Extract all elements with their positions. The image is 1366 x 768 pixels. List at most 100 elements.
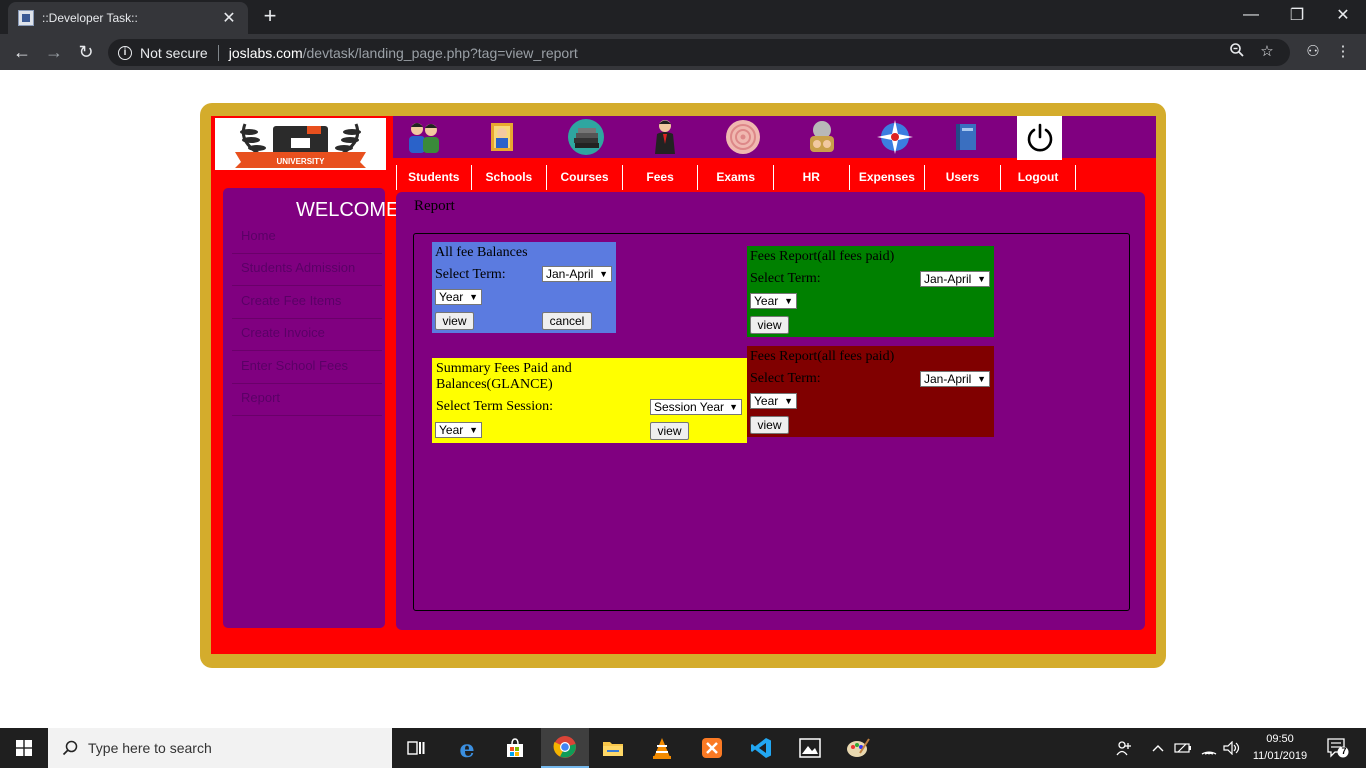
security-label[interactable]: Not secure	[140, 45, 208, 61]
year-select[interactable]: Year ▼	[435, 422, 482, 438]
cancel-button[interactable]: cancel	[542, 312, 592, 330]
year-select[interactable]: Year ▼	[750, 293, 797, 309]
clock-time: 09:50	[1266, 733, 1294, 745]
new-tab-button[interactable]: +	[258, 4, 282, 28]
view-button[interactable]: view	[750, 416, 789, 434]
menu-logout[interactable]: Logout	[1001, 165, 1077, 190]
exams-icon[interactable]	[723, 118, 763, 156]
wifi-icon[interactable]	[1198, 728, 1220, 768]
university-logo: UNIVERSITY	[215, 118, 386, 170]
url-path[interactable]: /devtask/landing_page.php?tag=view_repor…	[303, 45, 578, 61]
summary-panel: Summary Fees Paid and Balances(GLANCE) S…	[432, 358, 747, 443]
power-icon[interactable]	[1017, 116, 1062, 160]
view-button[interactable]: view	[435, 312, 474, 330]
term-select[interactable]: Jan-April ▼	[920, 271, 990, 287]
back-arrow-icon[interactable]: ←	[10, 40, 34, 64]
notifications-icon[interactable]: 7	[1318, 728, 1358, 768]
courses-icon[interactable]	[566, 118, 606, 156]
volume-icon[interactable]	[1220, 728, 1244, 768]
schools-icon[interactable]	[482, 118, 522, 156]
site-favicon-icon	[18, 10, 34, 26]
sidebar-item-students-admission[interactable]: Students Admission	[232, 254, 382, 286]
tab-close-icon[interactable]: ✕	[220, 8, 238, 28]
paint-icon[interactable]	[834, 728, 882, 768]
browser-tab[interactable]: ::Developer Task:: ✕	[8, 2, 248, 34]
term-select[interactable]: Jan-April ▼	[920, 371, 990, 387]
search-icon	[62, 740, 78, 756]
chevron-down-icon: ▼	[469, 292, 478, 302]
session-year-select[interactable]: Session Year ▼	[650, 399, 742, 415]
close-window-button[interactable]: ✕	[1320, 0, 1366, 30]
students-icon[interactable]	[404, 118, 444, 156]
all-fee-balances-panel: All fee Balances Select Term: Jan-April ▼…	[432, 242, 616, 333]
menu-exams[interactable]: Exams	[698, 165, 774, 190]
restore-button[interactable]: ❐	[1274, 0, 1320, 30]
url-host[interactable]: joslabs.com	[229, 45, 303, 61]
xampp-icon[interactable]	[688, 728, 736, 768]
menu-kebab-icon[interactable]: ⋮	[1328, 42, 1358, 60]
tab-title: ::Developer Task::	[42, 11, 138, 25]
battery-icon[interactable]	[1172, 728, 1194, 768]
panel-title: Fees Report(all fees paid)	[750, 249, 895, 264]
term-label: Select Term:	[435, 267, 506, 282]
minimize-button[interactable]: —	[1228, 0, 1274, 30]
year-select[interactable]: Year ▼	[435, 289, 482, 305]
view-button[interactable]: view	[650, 422, 689, 440]
menu-users[interactable]: Users	[925, 165, 1001, 190]
task-view-icon[interactable]	[392, 728, 440, 768]
menu-hr[interactable]: HR	[774, 165, 850, 190]
session-label: Select Term Session:	[436, 399, 553, 414]
taskbar-search-input[interactable]: Type here to search	[48, 728, 392, 768]
menu-fees[interactable]: Fees	[623, 165, 699, 190]
sidebar-item-enter-school-fees[interactable]: Enter School Fees	[232, 352, 382, 384]
address-bar[interactable]: i Not secure joslabs.com /devtask/landin…	[108, 39, 1290, 66]
year-select[interactable]: Year ▼	[750, 393, 797, 409]
menu-schools[interactable]: Schools	[472, 165, 548, 190]
vscode-icon[interactable]	[737, 728, 785, 768]
chevron-down-icon: ▼	[977, 274, 986, 284]
people-icon[interactable]	[1110, 728, 1138, 768]
fees-icon[interactable]	[645, 118, 685, 156]
sidebar-item-create-invoice[interactable]: Create Invoice	[232, 319, 382, 351]
panel-title-line2: Balances(GLANCE)	[436, 377, 553, 392]
main-menu: Students Schools Courses Fees Exams HR E…	[396, 165, 1077, 190]
view-button[interactable]: view	[750, 316, 789, 334]
chevron-down-icon: ▼	[729, 402, 738, 412]
sidebar-item-report[interactable]: Report	[232, 384, 382, 416]
menu-students[interactable]: Students	[396, 165, 472, 190]
chevron-down-icon: ▼	[977, 374, 986, 384]
info-icon[interactable]: i	[118, 45, 132, 60]
menu-courses[interactable]: Courses	[547, 165, 623, 190]
menu-expenses[interactable]: Expenses	[850, 165, 926, 190]
sidebar-item-home[interactable]: Home	[232, 222, 382, 254]
browser-tab-strip: ::Developer Task:: ✕ + — ❐ ✕	[0, 0, 1366, 34]
sidebar-item-create-fee-items[interactable]: Create Fee Items	[232, 287, 382, 319]
extension-icon[interactable]: ⚇	[1298, 42, 1328, 60]
fees-report-panel-maroon: Fees Report(all fees paid) Select Term: …	[747, 346, 994, 437]
chevron-down-icon: ▼	[784, 296, 793, 306]
page-title: Report	[414, 198, 455, 214]
photos-icon[interactable]	[786, 728, 834, 768]
window-controls: — ❐ ✕	[1228, 0, 1366, 32]
panel-title: Fees Report(all fees paid)	[750, 349, 895, 364]
chrome-icon[interactable]	[541, 728, 589, 768]
term-label: Select Term:	[750, 371, 821, 386]
taskbar-clock[interactable]: 09:50 11/01/2019	[1246, 731, 1314, 765]
zoom-icon[interactable]	[1222, 42, 1252, 64]
users-icon[interactable]	[946, 118, 986, 156]
forward-arrow-icon[interactable]: →	[42, 40, 66, 64]
term-select[interactable]: Jan-April ▼	[542, 266, 612, 282]
hr-icon[interactable]	[802, 118, 842, 156]
reload-icon[interactable]: ↻	[74, 40, 98, 64]
file-explorer-icon[interactable]	[589, 728, 637, 768]
expenses-icon[interactable]	[875, 118, 915, 156]
search-placeholder: Type here to search	[88, 740, 212, 756]
chevron-up-icon[interactable]	[1148, 728, 1168, 768]
panel-title-line1: Summary Fees Paid and	[436, 361, 572, 376]
store-icon[interactable]	[491, 728, 539, 768]
edge-browser-icon[interactable]: e	[443, 728, 491, 768]
bookmark-star-icon[interactable]: ☆	[1252, 42, 1282, 64]
fees-report-panel-green: Fees Report(all fees paid) Select Term: …	[747, 246, 994, 337]
vlc-icon[interactable]	[638, 728, 686, 768]
windows-start-icon[interactable]	[0, 728, 48, 768]
